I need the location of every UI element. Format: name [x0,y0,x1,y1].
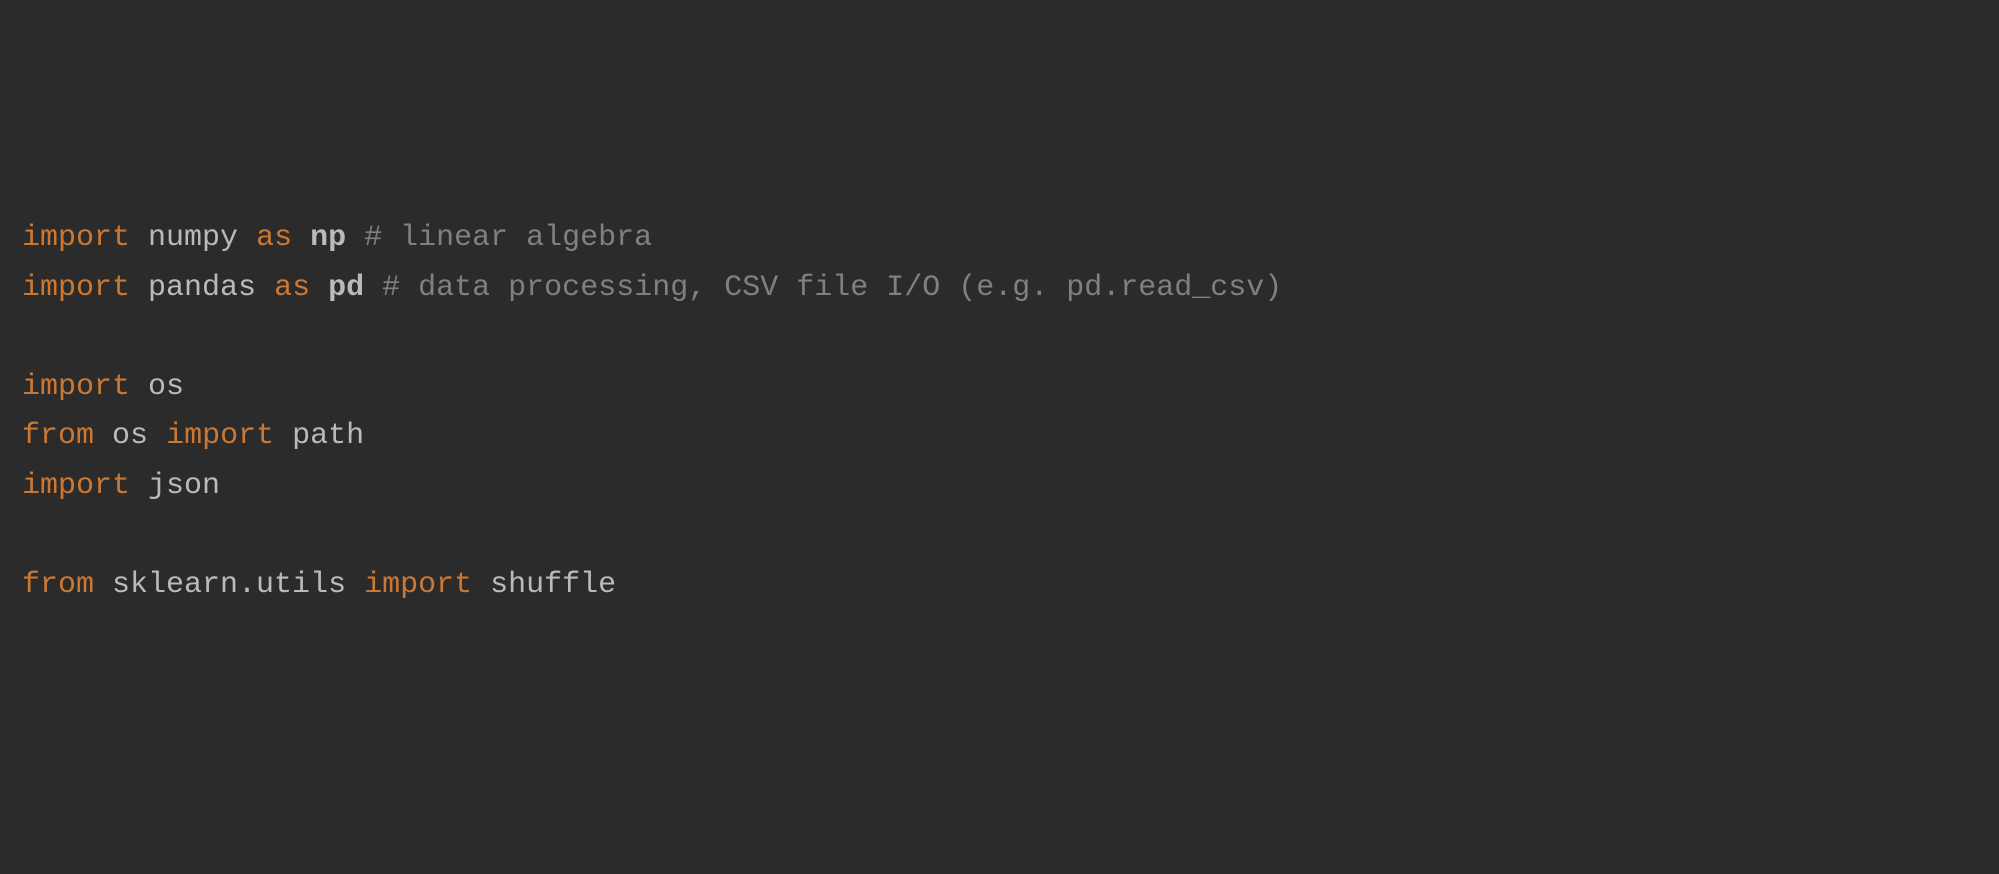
alias-name: np [310,221,346,255]
import-name: path [292,419,364,453]
keyword-import: import [22,469,130,503]
module-name: os [148,370,184,404]
keyword-as: as [274,271,310,305]
keyword-import: import [364,568,472,602]
code-line-5: from os import path [22,412,1977,462]
module-name: sklearn.utils [112,568,346,602]
import-name: shuffle [490,568,616,602]
module-name: pandas [148,271,256,305]
keyword-import: import [22,271,130,305]
code-line-1: import numpy as np # linear algebra [22,214,1977,264]
module-name: os [112,419,148,453]
module-name: json [148,469,220,503]
comment: # linear algebra [364,221,652,255]
keyword-import: import [22,221,130,255]
keyword-from: from [22,568,94,602]
code-line-7 [22,511,1977,561]
code-line-4: import os [22,363,1977,413]
code-line-8: from sklearn.utils import shuffle [22,561,1977,611]
module-name: numpy [148,221,238,255]
code-line-3 [22,313,1977,363]
comment: # data processing, CSV file I/O (e.g. pd… [382,271,1282,305]
code-line-2: import pandas as pd # data processing, C… [22,264,1977,314]
keyword-from: from [22,419,94,453]
keyword-import: import [166,419,274,453]
alias-name: pd [328,271,364,305]
keyword-as: as [256,221,292,255]
code-line-6: import json [22,462,1977,512]
keyword-import: import [22,370,130,404]
code-block: import numpy as np # linear algebraimpor… [22,214,1977,610]
